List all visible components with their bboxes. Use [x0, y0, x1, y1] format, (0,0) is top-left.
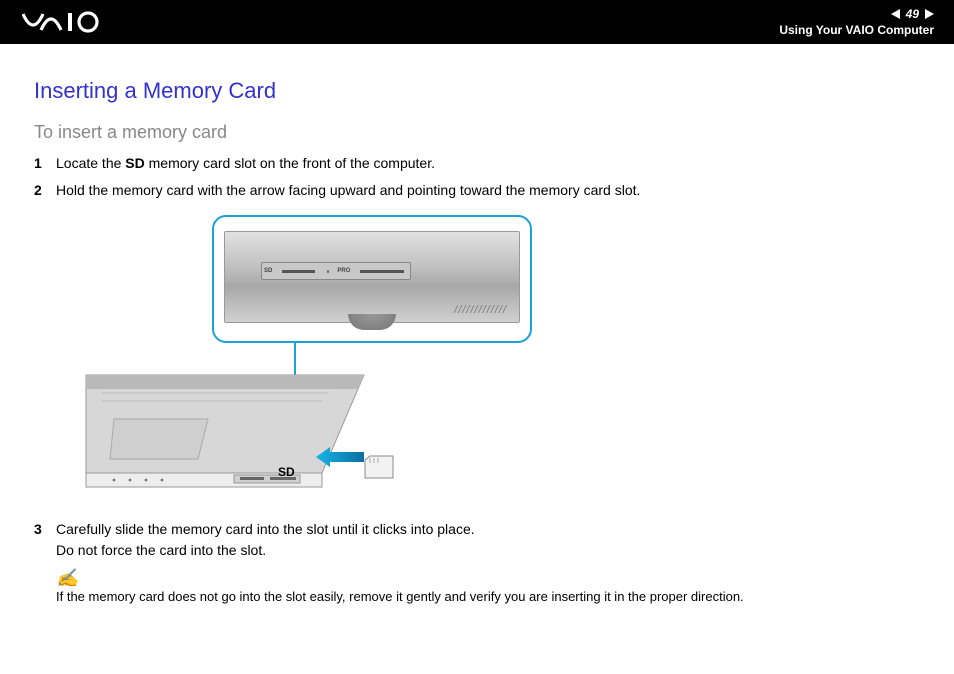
nav-prev-icon[interactable] — [891, 9, 900, 19]
note-icon: ✍ — [56, 569, 920, 587]
heading-sub: To insert a memory card — [34, 122, 920, 143]
step-text: Carefully slide the memory card into the… — [56, 519, 920, 561]
step-number: 2 — [34, 180, 56, 201]
step-number: 1 — [34, 153, 56, 174]
ridge-pattern-icon: ///////////// — [454, 304, 507, 316]
page-content: Inserting a Memory Card To insert a memo… — [0, 44, 954, 604]
section-title: Using Your VAIO Computer — [779, 23, 934, 37]
heading-main: Inserting a Memory Card — [34, 78, 920, 104]
steps-list: 1 Locate the SD memory card slot on the … — [34, 153, 920, 201]
step-item: 3 Carefully slide the memory card into t… — [34, 519, 920, 561]
sd-card-icon — [364, 455, 394, 479]
steps-list-continued: 3 Carefully slide the memory card into t… — [34, 519, 920, 561]
sd-slot-icon — [282, 270, 315, 273]
page-number: 49 — [906, 7, 919, 21]
slot-label-sd: SD — [264, 268, 272, 274]
sd-callout-label: SD — [278, 465, 295, 479]
step-text: Hold the memory card with the arrow faci… — [56, 180, 920, 201]
step-item: 1 Locate the SD memory card slot on the … — [34, 153, 920, 174]
indicator-dot-icon — [327, 270, 329, 273]
step-item: 2 Hold the memory card with the arrow fa… — [34, 180, 920, 201]
device-front-panel: SD PRO ///////////// — [224, 231, 520, 323]
nav-next-icon[interactable] — [925, 9, 934, 19]
pro-slot-icon — [360, 270, 404, 273]
vaio-logo — [22, 10, 112, 34]
slot-label-pro: PRO — [337, 268, 350, 274]
figure-callout-box: SD PRO ///////////// — [212, 215, 532, 343]
slot-panel: SD PRO — [261, 262, 411, 280]
latch-bump-icon — [348, 314, 396, 330]
note-block: ✍ If the memory card does not go into th… — [56, 569, 920, 604]
step-number: 3 — [34, 519, 56, 561]
laptop-illustration — [84, 363, 454, 505]
figure: SD PRO ///////////// — [84, 215, 604, 505]
step-text: Locate the SD memory card slot on the fr… — [56, 153, 920, 174]
page-nav: 49 Using Your VAIO Computer — [779, 7, 934, 37]
header-bar: 49 Using Your VAIO Computer — [0, 0, 954, 44]
insert-arrow-icon — [316, 447, 364, 472]
note-text: If the memory card does not go into the … — [56, 589, 920, 604]
